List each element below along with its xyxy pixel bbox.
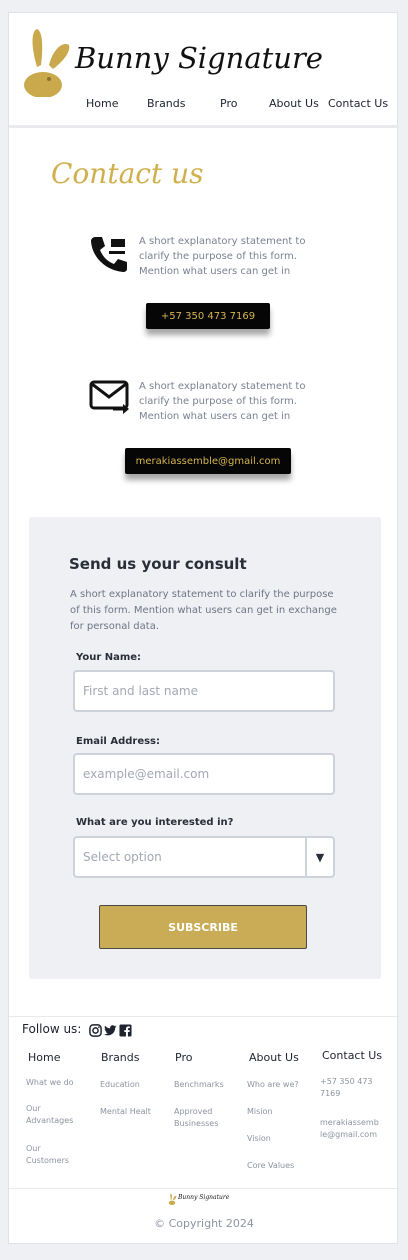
nav-contact-us[interactable]: Contact Us	[328, 97, 388, 110]
footer-col-home-title[interactable]: Home	[28, 1051, 60, 1064]
facebook-icon[interactable]	[119, 1024, 132, 1037]
footer-logo[interactable]: Bunny Signature	[168, 1192, 232, 1207]
follow-label: Follow us:	[22, 1022, 82, 1036]
footer-link[interactable]: Our Advantages	[26, 1103, 82, 1127]
footer-link[interactable]: What we do	[26, 1077, 82, 1089]
phone-button[interactable]: +57 350 473 7169	[146, 303, 270, 329]
email-label: Email Address:	[76, 736, 161, 747]
footer-col-brands-title[interactable]: Brands	[101, 1051, 140, 1064]
caret-down-icon[interactable]: ▼	[305, 838, 333, 876]
footer-brand-wordmark: Bunny Signature	[178, 1194, 230, 1201]
footer-divider	[9, 1188, 399, 1189]
footer-link[interactable]: Who are we?	[247, 1079, 307, 1091]
footer-link[interactable]: Approved Businesses	[174, 1106, 230, 1130]
page: Bunny Signature Home Brands Pro About Us…	[8, 12, 399, 1244]
footer-link[interactable]: Our Customers	[26, 1143, 82, 1167]
form-description: A short explanatory statement to clarify…	[70, 589, 337, 632]
site-header: Bunny Signature Home Brands Pro About Us…	[9, 13, 399, 128]
email-input[interactable]: example@email.com	[73, 753, 335, 795]
main-nav: Home Brands Pro About Us Contact Us	[9, 97, 399, 113]
brand-wordmark[interactable]: Bunny Signature	[75, 41, 323, 75]
footer-phone[interactable]: +57 350 473 7169	[320, 1076, 380, 1100]
footer-email[interactable]: merakiassemble@gmail.com	[320, 1117, 380, 1141]
consult-form: Send us your consult A short explanatory…	[29, 517, 381, 979]
phone-forward-icon	[91, 237, 127, 272]
email-button[interactable]: merakiassemble@gmail.com	[125, 448, 291, 474]
footer-col-pro-title[interactable]: Pro	[175, 1051, 192, 1064]
instagram-icon[interactable]	[89, 1024, 102, 1037]
phone-description: A short explanatory statement to clarify…	[139, 236, 306, 277]
footer-link[interactable]: Core Values	[247, 1160, 307, 1172]
footer-link[interactable]: Education	[100, 1079, 160, 1091]
footer-col-contact-title[interactable]: Contact Us	[322, 1049, 382, 1062]
mail-forward-icon	[89, 380, 129, 414]
nav-brands[interactable]: Brands	[147, 97, 186, 110]
bunny-logo-icon	[168, 1193, 177, 1205]
page-title: Contact us	[51, 157, 204, 190]
email-description: A short explanatory statement to clarify…	[139, 381, 306, 422]
twitter-icon[interactable]	[104, 1024, 117, 1037]
name-label: Your Name:	[76, 652, 142, 663]
footer-link[interactable]: Mental Healt	[100, 1106, 160, 1118]
footer-link[interactable]: Benchmarks	[174, 1079, 234, 1091]
nav-pro[interactable]: Pro	[220, 97, 237, 110]
name-input[interactable]: First and last name	[73, 670, 335, 712]
footer-col-about-title[interactable]: About Us	[249, 1051, 299, 1064]
footer-link[interactable]: Mision	[247, 1106, 307, 1118]
nav-about-us[interactable]: About Us	[269, 97, 319, 110]
subscribe-button[interactable]: SUBSCRIBE	[99, 905, 307, 949]
interest-label: What are you interested in?	[76, 817, 234, 828]
bunny-logo-icon[interactable]	[19, 27, 73, 97]
interest-select[interactable]: Select option ▼	[73, 836, 335, 878]
footer-link[interactable]: Vision	[247, 1133, 307, 1145]
nav-home[interactable]: Home	[86, 97, 118, 110]
form-title: Send us your consult	[69, 555, 247, 573]
interest-select-value: Select option	[83, 850, 162, 864]
copyright: © Copyright 2024	[154, 1217, 254, 1230]
footer-divider	[9, 1016, 399, 1017]
